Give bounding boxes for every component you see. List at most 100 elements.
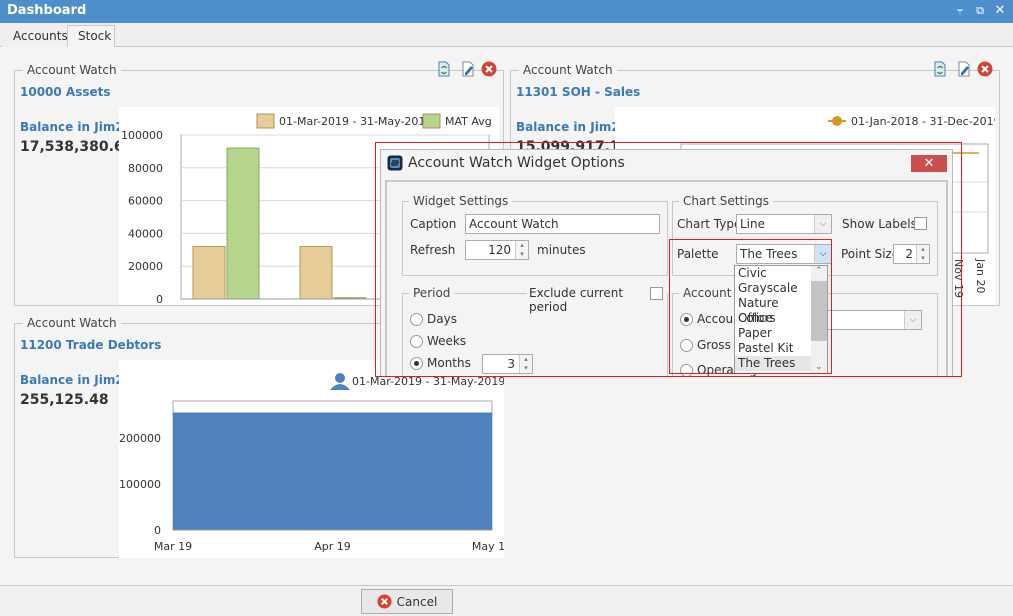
- palette-option[interactable]: Grayscale: [735, 281, 813, 296]
- area-chart-svg: 01-Mar-2019 - 31-May-20190100000200000Ma…: [119, 373, 512, 553]
- scroll-up-icon[interactable]: ⌃: [815, 266, 823, 276]
- app-logo-icon: [387, 155, 403, 171]
- refresh-value: 120: [488, 243, 511, 257]
- show-labels-label: Show Labels: [842, 217, 917, 231]
- scroll-down-icon[interactable]: ⌄: [815, 362, 823, 372]
- palette-value: The Trees: [740, 247, 798, 261]
- balance-label: Balance in Jim2: [20, 120, 124, 134]
- period-months-radio[interactable]: [410, 357, 423, 370]
- scrollbar-thumb[interactable]: [811, 281, 827, 341]
- point-size-value: 2: [905, 247, 913, 261]
- cancel-button[interactable]: Cancel: [361, 589, 453, 614]
- cancel-icon: [377, 594, 392, 609]
- palette-option[interactable]: Paper: [735, 326, 813, 341]
- remove-icon[interactable]: [481, 61, 497, 77]
- bar: [226, 147, 260, 300]
- account-gross-profit-radio[interactable]: [680, 339, 693, 352]
- account-account-radio[interactable]: [680, 313, 693, 326]
- period-days-radio[interactable]: [410, 313, 423, 326]
- y-tick-label: 40000: [128, 227, 163, 240]
- spinner-arrows-icon[interactable]: ▴ ▾: [519, 355, 532, 373]
- months-spinner[interactable]: 3 ▴ ▾: [482, 354, 533, 374]
- palette-dropdown-list: Civic Grayscale Nature Colors Office Pap…: [734, 265, 828, 374]
- tab-stock[interactable]: Stock: [67, 25, 115, 47]
- palette-label: Palette: [677, 247, 719, 261]
- account-operating-profit-radio[interactable]: [680, 364, 693, 376]
- chevron-down-icon[interactable]: ⌵: [814, 245, 831, 263]
- chevron-down-icon[interactable]: ⌵: [904, 311, 921, 329]
- pin-icon[interactable]: ⫧: [953, 4, 967, 18]
- y-tick-label: 0: [156, 293, 163, 305]
- area-chart: 01-Mar-2019 - 31-May-2019 0 100000 200000 Ma…: [119, 360, 512, 558]
- refresh-icon[interactable]: [436, 61, 452, 77]
- y-tick-label: 20000: [128, 260, 163, 273]
- exclude-current-period-checkbox[interactable]: [650, 287, 663, 300]
- palette-select[interactable]: The Trees ⌵: [736, 244, 832, 264]
- dialog-close-button[interactable]: ✕: [911, 155, 947, 172]
- legend-person-head: [335, 373, 345, 383]
- legend-swatch: [256, 113, 275, 129]
- spinner-arrows-icon[interactable]: ▴ ▾: [916, 245, 929, 263]
- caption-label: Caption: [410, 217, 457, 231]
- show-labels-checkbox[interactable]: [914, 217, 927, 230]
- widget-settings-title: Widget Settings: [409, 194, 513, 208]
- cancel-label: Cancel: [396, 594, 438, 609]
- period-months-label: Months: [427, 356, 471, 370]
- point-size-spinner[interactable]: 2 ▴ ▾: [893, 244, 930, 264]
- close-icon: ✕: [923, 156, 935, 171]
- legend-label: 01-Jan-2018 - 31-Dec-2019: [851, 115, 995, 128]
- period-weeks-radio[interactable]: [410, 335, 423, 348]
- refresh-label: Refresh: [410, 243, 456, 257]
- spinner-arrows-icon[interactable]: ▴ ▾: [515, 241, 528, 259]
- balance-value: 17,538,380.66: [20, 139, 134, 155]
- window-titlebar: Dashboard ⫧ ⧉ ✕: [0, 0, 1013, 23]
- account-name: 10000 Assets: [20, 85, 111, 99]
- exclude-current-period-label: Exclude current period: [527, 286, 667, 314]
- legend-person-body: [330, 384, 350, 390]
- y-tick-label: 200000: [119, 432, 161, 445]
- period-group: Period Exclude current period Days Weeks…: [402, 286, 668, 376]
- close-icon[interactable]: ✕: [993, 4, 1007, 18]
- remove-icon[interactable]: [977, 61, 993, 77]
- widget-settings-group: Widget Settings Caption Account Watch Re…: [402, 194, 668, 276]
- edit-icon[interactable]: [460, 61, 476, 77]
- tab-bar: Accounts Stock: [0, 23, 1013, 47]
- legend-person-icon: [330, 373, 350, 390]
- refresh-unit: minutes: [537, 243, 586, 257]
- footer-bar: Cancel: [0, 585, 1013, 616]
- months-value: 3: [507, 357, 515, 371]
- y-tick-label: 0: [154, 524, 161, 537]
- restore-icon[interactable]: ⧉: [973, 4, 987, 18]
- bar: [299, 246, 333, 300]
- legend-label: 01-Mar-2019 - 31-May-2019: [279, 115, 432, 128]
- refresh-icon[interactable]: [932, 61, 948, 77]
- chart-settings-title: Chart Settings: [679, 194, 774, 208]
- palette-option[interactable]: Pastel Kit: [735, 341, 813, 356]
- y-tick-label: 80000: [128, 162, 163, 175]
- account-name: 11301 SOH - Sales: [516, 85, 641, 99]
- caption-input[interactable]: Account Watch: [465, 214, 660, 234]
- refresh-spinner[interactable]: 120 ▴ ▾: [465, 240, 529, 260]
- window-title: Dashboard: [7, 3, 87, 18]
- chart-type-select[interactable]: Line ⌵: [736, 214, 832, 234]
- area-series: [173, 412, 492, 530]
- dialog-body: Widget Settings Caption Account Watch Re…: [385, 180, 948, 376]
- widget-options-dialog: Account Watch Widget Options ✕ Widget Se…: [380, 149, 953, 377]
- chevron-down-icon[interactable]: ⌵: [814, 215, 831, 233]
- x-tick-label: Mar 19: [154, 540, 192, 553]
- x-tick-label: May 19: [472, 540, 504, 553]
- y-tick-label: 100000: [121, 129, 163, 142]
- edit-icon[interactable]: [956, 61, 972, 77]
- palette-option-selected[interactable]: The Trees: [735, 356, 813, 371]
- balance-value: 255,125.48: [20, 392, 109, 408]
- palette-option[interactable]: Nature Colors: [735, 296, 813, 325]
- balance-label: Balance in Jim2: [516, 120, 620, 134]
- legend-marker: [832, 116, 842, 126]
- legend-label: MAT Avg: [445, 115, 492, 128]
- chart-type-label: Chart Type: [677, 217, 742, 231]
- palette-option[interactable]: Civic: [735, 266, 813, 281]
- period-title: Period: [409, 286, 455, 300]
- dropdown-scrollbar[interactable]: ⌃ ⌄: [811, 266, 827, 373]
- x-tick-label: Nov 19: [952, 259, 965, 298]
- y-tick-label: 60000: [128, 195, 163, 208]
